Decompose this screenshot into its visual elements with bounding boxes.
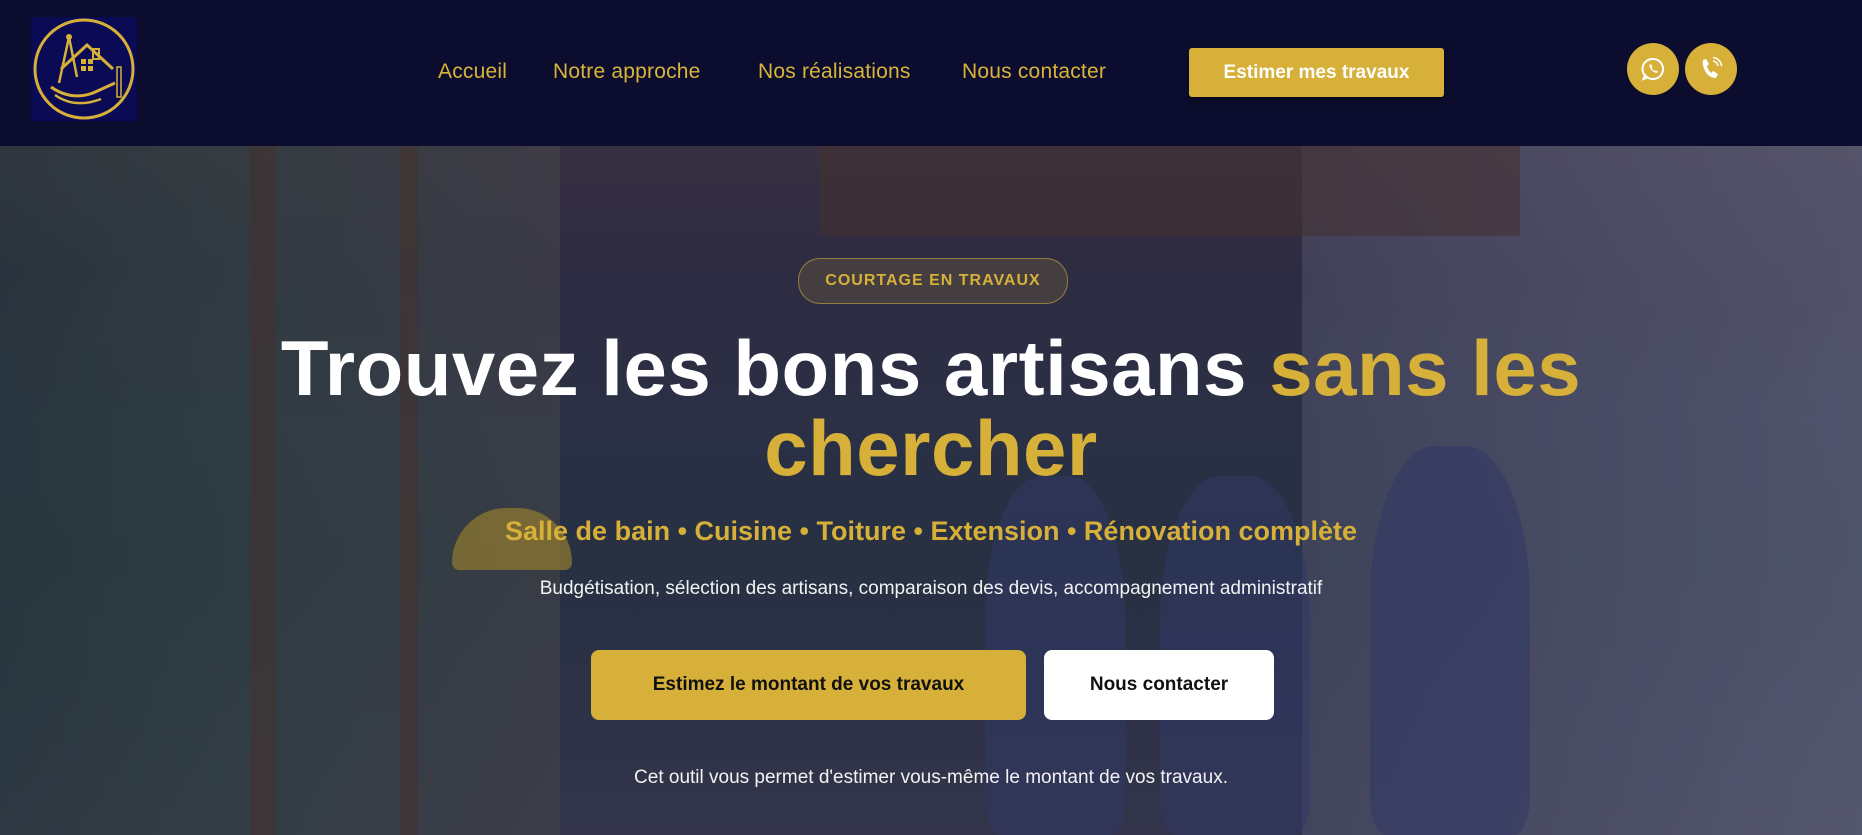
- estimate-works-button[interactable]: Estimer mes travaux: [1189, 48, 1444, 97]
- nav-item-nos-realisations[interactable]: Nos réalisations: [758, 58, 911, 86]
- estimate-amount-button[interactable]: Estimez le montant de vos travaux: [591, 650, 1026, 720]
- services-description: Budgétisation, sélection des artisans, c…: [539, 578, 1323, 599]
- nav-item-nous-contacter[interactable]: Nous contacter: [962, 58, 1106, 86]
- hero-headline: Trouvez les bons artisans sans les cherc…: [231, 328, 1631, 488]
- phone-button[interactable]: [1685, 43, 1737, 95]
- estimate-tool-note: Cet outil vous permet d'estimer vous-mêm…: [634, 767, 1228, 788]
- whatsapp-button[interactable]: [1627, 43, 1679, 95]
- house-compass-hand-logo-icon: [33, 18, 135, 120]
- services-list: Salle de bain • Cuisine • Toiture • Exte…: [505, 516, 1357, 546]
- whatsapp-icon: [1641, 57, 1665, 81]
- site-header: Accueil Notre approche Nos réalisations …: [0, 0, 1862, 146]
- headline-white-part: Trouvez les bons artisans: [280, 324, 1270, 412]
- hero-badge: COURTAGE EN TRAVAUX: [798, 258, 1068, 304]
- nav-item-accueil[interactable]: Accueil: [438, 58, 507, 86]
- site-logo[interactable]: [31, 17, 137, 121]
- phone-icon: [1702, 56, 1723, 78]
- contact-button[interactable]: Nous contacter: [1044, 650, 1274, 720]
- nav-item-notre-approche[interactable]: Notre approche: [553, 58, 701, 86]
